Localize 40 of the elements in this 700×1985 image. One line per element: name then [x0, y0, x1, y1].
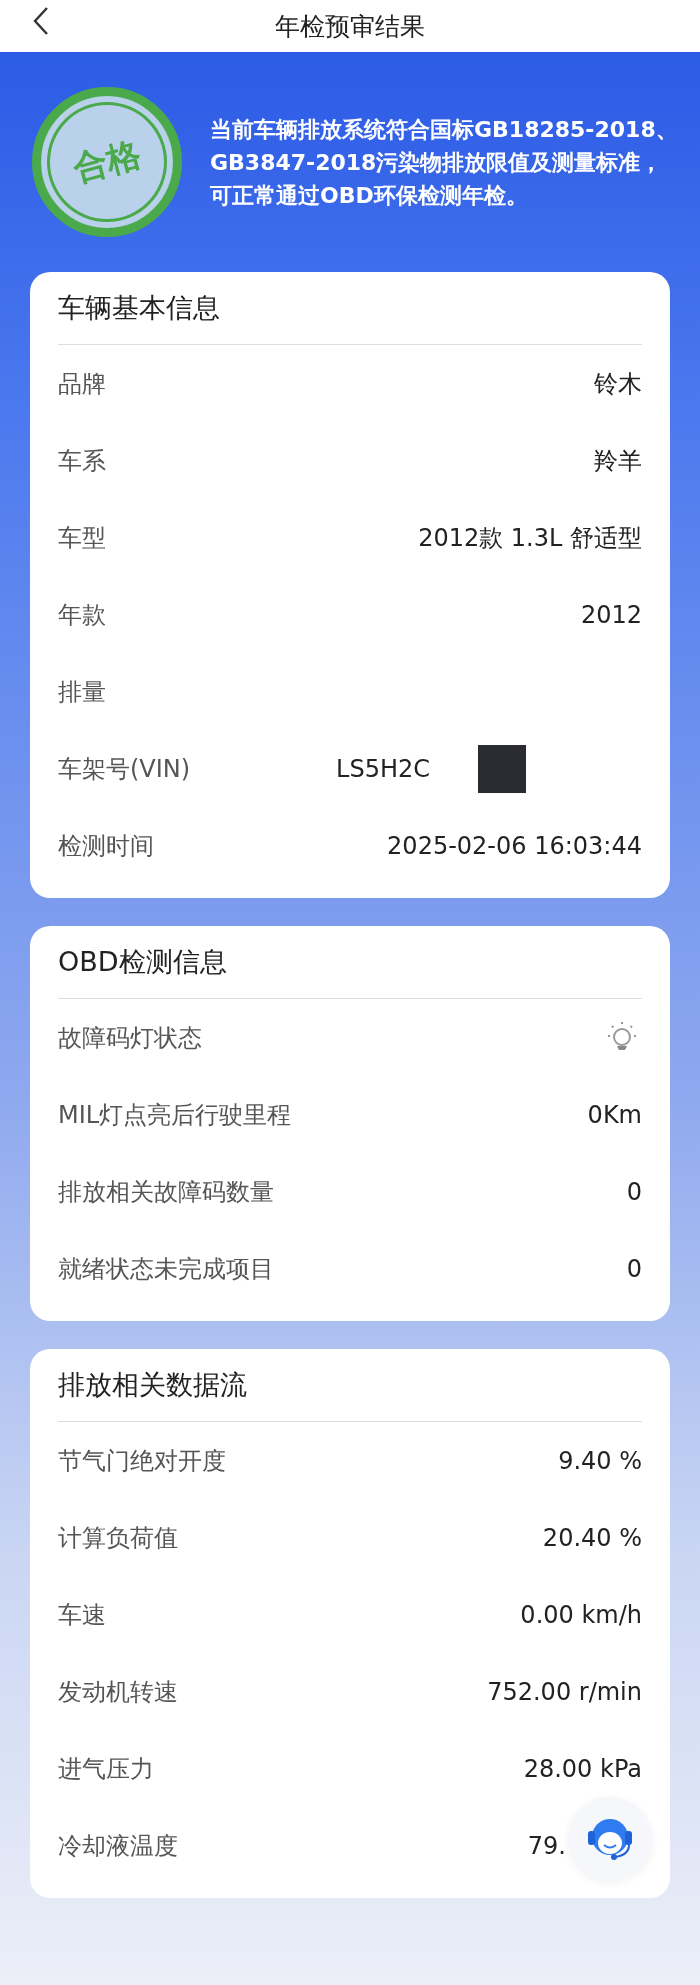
field-value: 752.00 r/min [487, 1677, 642, 1706]
field-value: 铃木 [594, 368, 642, 400]
field-value: 28.00 kPa [523, 1754, 642, 1783]
field-label: 车型 [58, 522, 106, 554]
field-value: 羚羊 [594, 445, 642, 477]
field-label: 检测时间 [58, 830, 154, 862]
field-label: 故障码灯状态 [58, 1022, 202, 1054]
stamp-badge: 合格 [32, 87, 182, 237]
field-value: 0Km [587, 1100, 642, 1129]
section-title: 排放相关数据流 [58, 1368, 247, 1402]
result-message: 当前车辆排放系统符合国标GB18285-2018、GB3847-2018污染物排放限值及测量标准，可正常通过OBD环保检测年检。 [210, 115, 679, 210]
field-value: 0 [626, 1254, 642, 1283]
field-label: 车速 [58, 1599, 106, 1631]
field-value: 2025-02-06 16:03:44 [387, 831, 642, 860]
field-label: 车架号(VIN) [58, 753, 191, 785]
field-label: 冷却液温度 [58, 1830, 178, 1862]
field-label: 计算负荷值 [58, 1522, 178, 1554]
back-icon[interactable] [32, 6, 50, 36]
field-value: 79. [527, 1831, 566, 1860]
field-label: 发动机转速 [58, 1676, 178, 1708]
field-value: 0.00 km/h [520, 1600, 642, 1629]
field-value: 2012 [580, 600, 642, 629]
field-value: 9.40 % [558, 1446, 642, 1475]
field-value: 0 [626, 1177, 642, 1206]
field-label: 品牌 [58, 368, 106, 400]
field-value: 2012款 1.3L 舒适型 [418, 522, 642, 554]
field-label: 节气门绝对开度 [58, 1445, 226, 1477]
page-title: 年检预审结果 [275, 10, 425, 43]
field-label: 排放相关故障码数量 [58, 1176, 274, 1208]
field-value: LS5H2C [336, 754, 430, 783]
field-value: 20.40 % [542, 1523, 642, 1552]
field-label: 车系 [58, 445, 106, 477]
section-title: OBD检测信息 [58, 945, 227, 979]
redaction-block [478, 744, 526, 793]
field-label: 排量 [58, 676, 106, 708]
field-label: 年款 [58, 599, 106, 631]
field-label: MIL灯点亮后行驶里程 [58, 1099, 292, 1131]
field-label: 进气压力 [58, 1753, 154, 1785]
field-label: 就绪状态未完成项目 [58, 1253, 274, 1285]
section-title: 车辆基本信息 [58, 291, 220, 325]
